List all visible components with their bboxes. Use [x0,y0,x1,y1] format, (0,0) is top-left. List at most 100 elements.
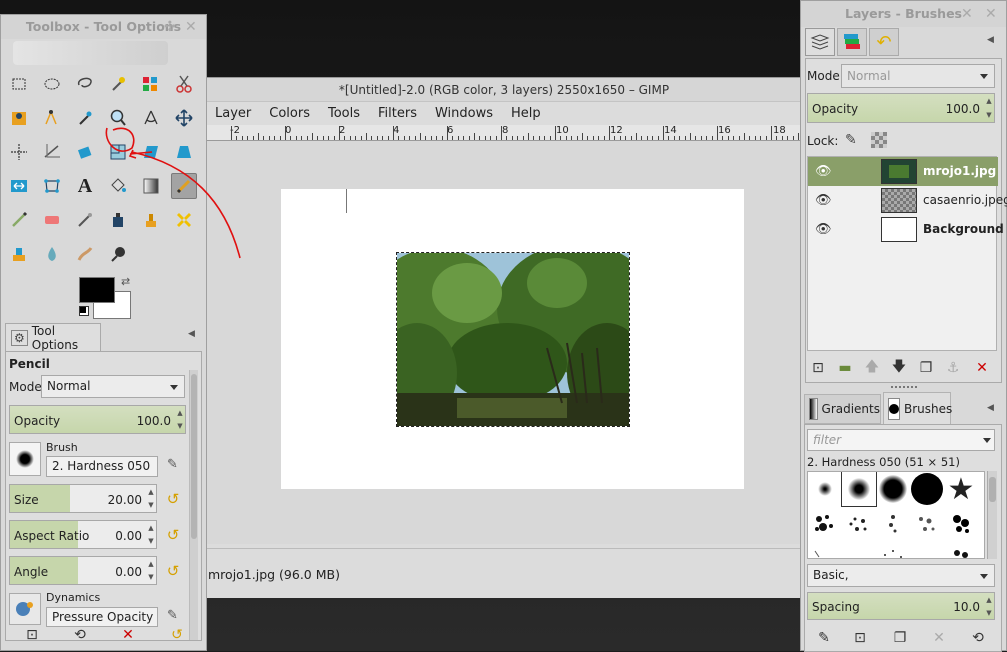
detach-icon[interactable]: ✣ [164,15,176,39]
brush-splatter[interactable] [876,540,910,558]
color-picker-icon[interactable] [72,105,98,131]
dynamics-field[interactable]: Pressure Opacity [46,607,158,627]
visibility-eye-icon[interactable]: 👁 [815,222,832,237]
angle-slider[interactable]: Angle 0.00 ▲ ▼ [9,556,157,585]
pane-resize-handle[interactable] [891,386,917,389]
rect-select-icon[interactable] [6,71,32,97]
menu-windows[interactable]: Windows [426,106,502,121]
perspective-clone-icon[interactable] [6,241,32,267]
blur-icon[interactable] [39,241,65,267]
tab-channels[interactable] [837,28,867,56]
swap-colors-icon[interactable]: ⇄ [121,275,130,288]
layer-opacity-slider[interactable]: Opacity 100.0 ▲ ▼ [807,93,995,123]
lower-layer-icon[interactable]: 🡇 [888,358,910,378]
horizontal-ruler[interactable]: -2 0 2 4 6 8 10 12 14 16 18 [206,125,875,141]
crop-icon[interactable] [39,139,65,165]
layer-photo-mangroves[interactable] [396,252,630,427]
raise-layer-icon[interactable]: 🡅 [861,358,883,378]
ellipse-select-icon[interactable] [39,71,65,97]
mode-dropdown[interactable]: Normal [41,375,185,398]
lock-alpha-icon[interactable] [871,132,887,148]
foreground-select-icon[interactable] [6,105,32,131]
delete-layer-icon[interactable]: ✕ [971,358,993,378]
scissors-icon[interactable] [171,71,197,97]
duplicate-brush-icon[interactable]: ❐ [889,628,911,648]
new-layer-icon[interactable]: ⊡ [807,358,829,378]
close-icon[interactable]: ✕ [185,15,197,39]
brush-preview[interactable] [9,442,41,476]
menu-filters[interactable]: Filters [369,106,426,121]
duplicate-layer-icon[interactable]: ❐ [915,358,937,378]
foreground-color-swatch[interactable] [79,277,115,303]
brush-hardness-025[interactable] [808,472,842,506]
brush-star[interactable]: ★ [944,472,978,507]
rotate-icon[interactable] [72,139,98,165]
brush-chalk[interactable] [876,506,910,540]
clone-icon[interactable] [138,207,164,233]
paths-icon[interactable] [39,105,65,131]
aspect-ratio-slider[interactable]: Aspect Ratio 0.00 ▲ ▼ [9,520,157,549]
restore-options-icon[interactable]: ⟲ [69,625,91,645]
brush-grunge[interactable] [944,506,978,540]
brush-name-field[interactable]: 2. Hardness 050 [46,456,158,477]
angle-spin-icon[interactable]: ▲ ▼ [146,557,156,584]
brush-grid-scrollbar[interactable] [987,471,997,559]
layer-row-casaenrio[interactable]: 👁 casaenrio.jpeg [808,186,1007,215]
align-icon[interactable] [6,139,32,165]
move-icon[interactable] [171,105,197,131]
size-slider[interactable]: Size 20.00 ▲ ▼ [9,484,157,513]
layer-mode-dropdown[interactable]: Normal [841,64,995,88]
brush-sponge[interactable] [910,506,944,540]
cage-transform-icon[interactable] [39,173,65,199]
edit-brush-icon[interactable]: ✎ [813,628,835,648]
menu-colors[interactable]: Colors [260,106,319,121]
brush-hardness-100[interactable] [910,472,944,506]
delete-options-icon[interactable]: ✕ [117,625,139,645]
menu-tools[interactable]: Tools [319,106,369,121]
bucket-fill-icon[interactable] [105,173,131,199]
smudge-icon[interactable] [72,241,98,267]
save-options-icon[interactable]: ⊡ [21,625,43,645]
eraser-icon[interactable] [39,207,65,233]
dynamics-preview[interactable] [9,593,41,625]
layer-opacity-spin-icon[interactable]: ▲ ▼ [984,94,994,122]
visibility-eye-icon[interactable]: 👁 [815,164,832,179]
tab-tool-options[interactable]: ⚙ Tool Options [5,323,101,352]
configure-tab-icon[interactable]: ◀ [987,403,994,413]
size-spin-icon[interactable]: ▲ ▼ [146,485,156,512]
configure-tab-icon[interactable]: ◀ [188,329,195,339]
layer-row-mrojo1[interactable]: 👁 mrojo1.jpg [808,157,998,186]
edit-brush-icon[interactable]: ✎ [167,457,178,472]
default-colors-icon[interactable] [79,306,89,316]
brush-pencil-scratch[interactable] [808,540,842,558]
spacing-slider[interactable]: Spacing 10.0 ▲ ▼ [807,592,995,620]
heal-icon[interactable] [171,207,197,233]
brush-hardness-050[interactable] [841,472,877,507]
scale-icon[interactable] [105,139,131,165]
close-icon[interactable]: ✕ [985,1,997,27]
tab-undo-history[interactable]: ↶ [869,28,899,56]
measure-icon[interactable] [138,105,164,131]
flip-icon[interactable] [6,173,32,199]
chevron-down-icon[interactable] [983,438,991,443]
brush-charcoal[interactable] [842,506,876,540]
anchor-layer-icon[interactable]: ⚓ [942,358,964,378]
brush-texture[interactable] [944,540,978,558]
fuzzy-select-icon[interactable] [105,71,131,97]
airbrush-icon[interactable] [72,207,98,233]
brush-hardness-075[interactable] [876,472,910,506]
lock-pixels-icon[interactable]: ✎ [845,132,857,148]
tab-layers[interactable] [805,28,835,56]
opacity-spin-icon[interactable]: ▲ ▼ [175,406,185,433]
brush-filter-input[interactable]: filter [807,429,995,451]
paintbrush-icon[interactable] [6,207,32,233]
brush-acrylic[interactable] [808,506,842,540]
menu-layer[interactable]: Layer [206,106,260,121]
shear-icon[interactable] [138,139,164,165]
reset-options-icon[interactable]: ↺ [166,625,188,645]
menu-help[interactable]: Help [502,106,550,121]
edit-dynamics-icon[interactable]: ✎ [167,608,178,623]
perspective-icon[interactable] [171,139,197,165]
reset-size-icon[interactable]: ↺ [164,490,182,508]
lasso-icon[interactable] [72,71,98,97]
